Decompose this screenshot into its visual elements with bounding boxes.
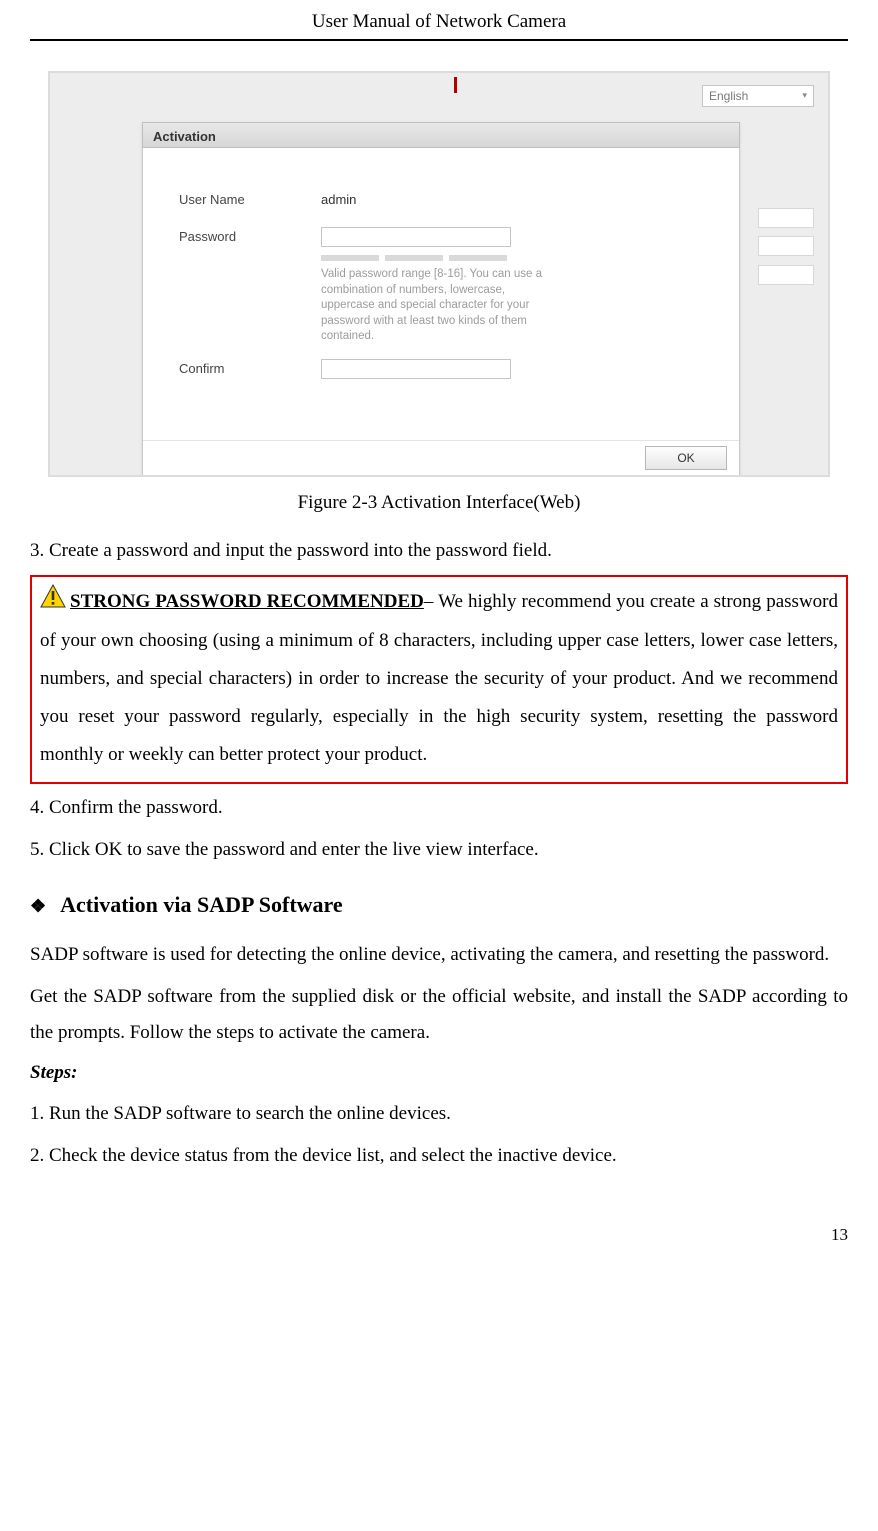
page-header-title: User Manual of Network Camera (30, 0, 848, 39)
row-username: User Name admin (143, 190, 739, 210)
bg-field (758, 208, 814, 228)
section-heading: ❖ Activation via SADP Software (30, 888, 848, 921)
sadp-step-2: 2. Check the device status from the devi… (30, 1138, 848, 1174)
password-strength-meter (143, 255, 739, 261)
paragraph-2: Get the SADP software from the supplied … (30, 979, 848, 1051)
paragraph-1: SADP software is used for detecting the … (30, 937, 848, 973)
ok-button[interactable]: OK (645, 446, 727, 470)
warning-box: STRONG PASSWORD RECOMMENDED– We highly r… (30, 575, 848, 784)
sadp-step-1: 1. Run the SADP software to search the o… (30, 1096, 848, 1132)
bg-field (758, 236, 814, 256)
label-confirm: Confirm (179, 359, 321, 379)
bg-field (758, 265, 814, 285)
language-value: English (709, 87, 748, 105)
activation-interface-image: English ▾ Activation User Name admin Pas… (48, 71, 830, 477)
strength-seg (321, 255, 379, 261)
page-number: 13 (30, 1222, 848, 1248)
diamond-bullet-icon: ❖ (30, 896, 46, 916)
section-title-text: Activation via SADP Software (60, 892, 343, 917)
label-username: User Name (179, 190, 321, 210)
strength-seg (449, 255, 507, 261)
figure-caption: Figure 2-3 Activation Interface(Web) (30, 489, 848, 518)
password-input[interactable] (321, 227, 511, 247)
label-password: Password (179, 227, 321, 247)
value-username: admin (321, 190, 356, 210)
language-select[interactable]: English ▾ (702, 85, 814, 107)
steps-label: Steps: (30, 1059, 848, 1088)
row-confirm: Confirm (143, 359, 739, 379)
warning-heading: STRONG PASSWORD RECOMMENDED (70, 591, 424, 612)
chevron-down-icon: ▾ (802, 89, 807, 103)
step-4: 4. Confirm the password. (30, 790, 848, 826)
dialog-title: Activation (142, 122, 740, 148)
strength-seg (385, 255, 443, 261)
warning-triangle-icon (40, 584, 66, 622)
activation-dialog: Activation User Name admin Password Vali… (142, 123, 740, 477)
header-rule (30, 39, 848, 41)
warning-body: – We highly recommend you create a stron… (40, 591, 838, 765)
step-3: 3. Create a password and input the passw… (30, 533, 848, 569)
row-password: Password (143, 227, 739, 247)
step-5: 5. Click OK to save the password and ent… (30, 832, 848, 868)
confirm-input[interactable] (321, 359, 511, 379)
brand-accent (454, 77, 457, 93)
warning-text: STRONG PASSWORD RECOMMENDED– We highly r… (40, 583, 838, 774)
dialog-footer: OK (143, 440, 739, 476)
password-hint: Valid password range [8-16]. You can use… (143, 267, 581, 345)
